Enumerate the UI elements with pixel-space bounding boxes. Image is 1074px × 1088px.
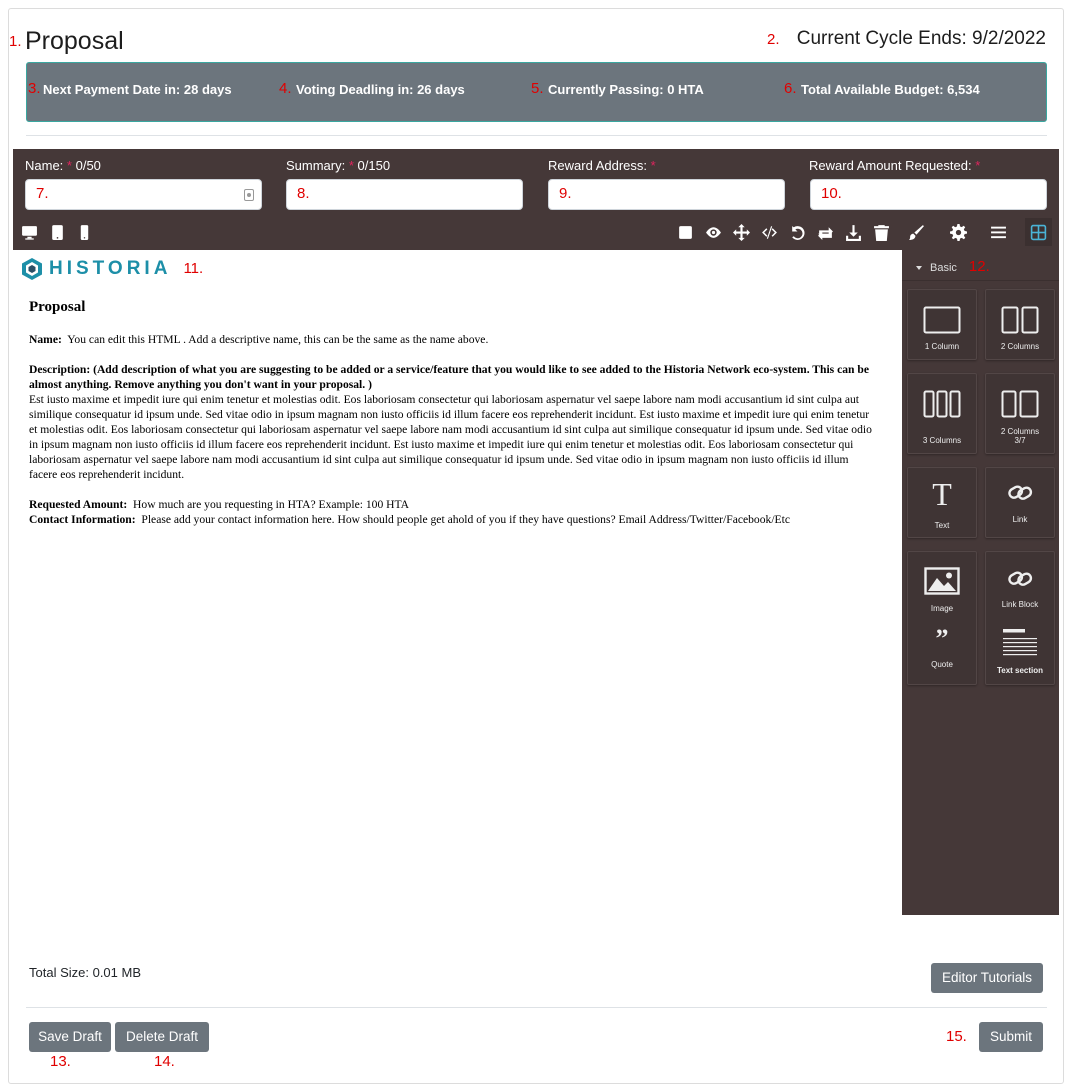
next-payment-stat: Next Payment Date in: 28 days bbox=[43, 82, 232, 97]
reward-address-input[interactable]: 9. bbox=[548, 179, 785, 210]
cycle-end-text: Current Cycle Ends: 9/2/2022 bbox=[796, 28, 1046, 49]
name-input[interactable]: 7. bbox=[25, 179, 262, 210]
annotation-6: 6. bbox=[784, 80, 797, 97]
eye-icon[interactable] bbox=[703, 222, 723, 242]
panel-divider bbox=[902, 280, 1059, 281]
text-section-icon bbox=[1003, 629, 1037, 656]
proposal-fields: Name: * 0/50 7. Summary: * 0/150 8. Rewa… bbox=[13, 149, 1059, 215]
annotation-11: 11. bbox=[183, 259, 204, 277]
name-label: Name: * 0/50 bbox=[25, 158, 101, 173]
summary-char-count: 0/150 bbox=[357, 158, 391, 173]
annotation-4: 4. bbox=[279, 80, 292, 97]
image-icon bbox=[924, 567, 960, 595]
annotation-14: 14. bbox=[154, 1053, 175, 1070]
required-mark: * bbox=[66, 158, 72, 173]
total-size-text: Total Size: 0.01 MB bbox=[29, 965, 141, 980]
block-link-block[interactable]: Link Block bbox=[986, 552, 1054, 618]
required-mark: * bbox=[650, 158, 656, 173]
category-basic[interactable]: Basic 12. bbox=[916, 258, 990, 276]
block-3-columns[interactable]: 3 Columns bbox=[907, 373, 977, 454]
logo-text: HISTORIA bbox=[49, 258, 172, 279]
block-link[interactable]: Link bbox=[985, 467, 1055, 538]
total-budget-stat: Total Available Budget: 6,534 bbox=[801, 82, 980, 97]
block-image[interactable]: Image bbox=[908, 552, 976, 618]
divider bbox=[26, 135, 1047, 136]
gear-icon[interactable] bbox=[948, 222, 968, 242]
mobile-icon[interactable] bbox=[74, 222, 94, 242]
page-title: Proposal bbox=[25, 27, 124, 55]
doc-description-paragraph: Description: (Add description of what yo… bbox=[29, 363, 872, 481]
reward-amount-label: Reward Amount Requested: * bbox=[809, 158, 981, 173]
historia-logo-icon bbox=[22, 258, 42, 280]
redo-icon[interactable] bbox=[815, 222, 835, 242]
footer-divider bbox=[26, 1007, 1047, 1008]
doc-name-paragraph: Name: You can edit this HTML . Add a des… bbox=[29, 333, 489, 346]
annotation-10: 10. bbox=[821, 185, 842, 202]
doc-body: Name: You can edit this HTML . Add a des… bbox=[29, 332, 879, 542]
annotation-5: 5. bbox=[531, 80, 544, 97]
link-block-icon bbox=[1008, 571, 1033, 586]
annotation-8: 8. bbox=[297, 185, 310, 202]
block-quote[interactable]: ” Quote bbox=[908, 624, 976, 684]
contact-card-icon bbox=[244, 189, 254, 201]
quote-icon: ” bbox=[935, 624, 949, 653]
summary-label: Summary: * 0/150 bbox=[286, 158, 391, 173]
voting-deadline-stat: Voting Deadling in: 26 days bbox=[296, 82, 465, 97]
trash-icon[interactable] bbox=[871, 222, 891, 242]
stats-bar: 3. Next Payment Date in: 28 days 4. Voti… bbox=[26, 62, 1047, 122]
square-icon[interactable] bbox=[675, 222, 695, 242]
blocks-icon[interactable] bbox=[1025, 218, 1052, 246]
delete-draft-button[interactable]: Delete Draft bbox=[115, 1022, 209, 1052]
two-columns-icon bbox=[1001, 306, 1039, 334]
block-2-columns[interactable]: 2 Columns bbox=[985, 289, 1055, 360]
editor-canvas[interactable]: HISTORIA 11. Proposal Name: You can edit… bbox=[13, 250, 902, 915]
required-mark: * bbox=[975, 158, 981, 173]
three-columns-icon bbox=[923, 390, 961, 418]
one-column-icon bbox=[923, 306, 961, 334]
reward-amount-input[interactable]: 10. bbox=[810, 179, 1047, 210]
undo-icon[interactable] bbox=[787, 222, 807, 242]
annotation-3: 3. bbox=[28, 80, 41, 97]
annotation-2: 2. bbox=[767, 31, 780, 48]
historia-logo: HISTORIA 11. bbox=[21, 257, 203, 281]
block-image-quote: Image ” Quote bbox=[907, 551, 977, 685]
menu-icon[interactable] bbox=[988, 222, 1008, 242]
save-draft-button[interactable]: Save Draft bbox=[29, 1022, 111, 1052]
block-link-block-text-section: Link Block Text section bbox=[985, 551, 1055, 685]
desktop-icon[interactable] bbox=[19, 222, 39, 242]
doc-amount-contact-paragraph: Requested Amount: How much are you reque… bbox=[29, 498, 790, 526]
block-1-column[interactable]: 1 Column bbox=[907, 289, 977, 360]
annotation-13: 13. bbox=[50, 1053, 71, 1070]
summary-input[interactable]: 8. bbox=[286, 179, 523, 210]
blocks-panel: Basic 12. 1 Column 2 Columns 3 Columns 2… bbox=[902, 250, 1059, 915]
tablet-icon[interactable] bbox=[47, 222, 67, 242]
block-text[interactable]: T Text bbox=[907, 467, 977, 538]
caret-down-icon bbox=[916, 265, 922, 270]
currently-passing-stat: Currently Passing: 0 HTA bbox=[548, 82, 704, 97]
annotation-9: 9. bbox=[559, 185, 572, 202]
text-icon: T bbox=[932, 476, 952, 512]
annotation-7: 7. bbox=[36, 185, 49, 202]
annotation-15: 15. bbox=[946, 1028, 967, 1045]
required-mark: * bbox=[348, 158, 354, 173]
code-icon[interactable] bbox=[759, 222, 779, 242]
link-icon bbox=[1008, 485, 1033, 500]
submit-button[interactable]: Submit bbox=[979, 1022, 1043, 1052]
block-2-columns-3-7[interactable]: 2 Columns 3/7 bbox=[985, 373, 1055, 454]
brush-icon[interactable] bbox=[906, 222, 926, 242]
editor-tutorials-button[interactable]: Editor Tutorials bbox=[931, 963, 1043, 993]
annotation-1: 1. bbox=[9, 33, 22, 50]
move-icon[interactable] bbox=[731, 222, 751, 242]
two-columns-3-7-icon bbox=[1001, 390, 1039, 418]
doc-heading: Proposal bbox=[29, 299, 86, 315]
block-text-section[interactable]: Text section bbox=[986, 628, 1054, 684]
download-icon[interactable] bbox=[843, 222, 863, 242]
reward-address-label: Reward Address: * bbox=[548, 158, 656, 173]
name-char-count: 0/50 bbox=[75, 158, 101, 173]
annotation-12: 12. bbox=[968, 258, 990, 275]
editor-toolbar bbox=[13, 215, 1059, 250]
